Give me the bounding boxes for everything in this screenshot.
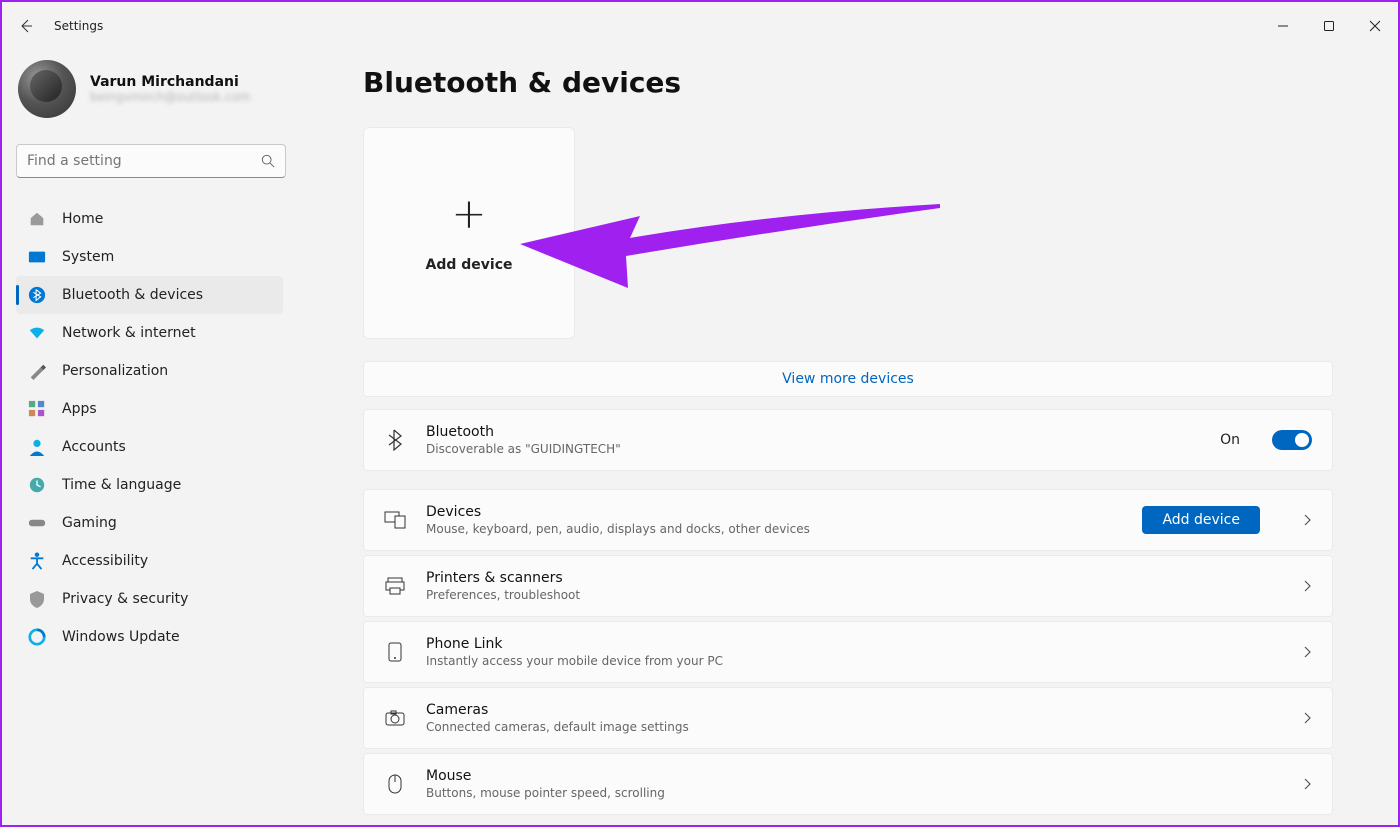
gaming-icon (28, 514, 46, 532)
add-device-card[interactable]: + Add device (363, 127, 575, 339)
row-subtitle: Buttons, mouse pointer speed, scrolling (426, 786, 1268, 800)
titlebar: Settings (2, 2, 1398, 50)
arrow-left-icon (18, 18, 34, 34)
profile-block[interactable]: Varun Mirchandani beingvmirch@outlook.co… (18, 60, 283, 118)
printers-row[interactable]: Printers & scanners Preferences, trouble… (363, 555, 1333, 617)
nav-item-apps[interactable]: Apps (16, 390, 283, 428)
maximize-button[interactable] (1306, 10, 1352, 42)
main-content: Bluetooth & devices + Add device View mo… (297, 50, 1398, 825)
chevron-right-icon (1302, 777, 1312, 791)
row-title: Printers & scanners (426, 570, 1268, 586)
nav-label: Privacy & security (62, 591, 188, 607)
chevron-right-icon (1302, 645, 1312, 659)
search-box[interactable] (16, 144, 286, 178)
window-controls (1260, 10, 1398, 42)
nav-item-time[interactable]: Time & language (16, 466, 283, 504)
wifi-icon (28, 324, 46, 342)
chevron-right-icon (1302, 579, 1312, 593)
camera-icon (384, 707, 406, 729)
time-icon (28, 476, 46, 494)
chevron-right-icon (1302, 513, 1312, 527)
cameras-row[interactable]: Cameras Connected cameras, default image… (363, 687, 1333, 749)
maximize-icon (1323, 20, 1335, 32)
nav-label: Personalization (62, 363, 168, 379)
nav-label: Network & internet (62, 325, 196, 341)
printer-icon (384, 575, 406, 597)
row-title: Mouse (426, 768, 1268, 784)
bluetooth-row-subtitle: Discoverable as "GUIDINGTECH" (426, 442, 1200, 456)
nav-label: Gaming (62, 515, 117, 531)
row-subtitle: Preferences, troubleshoot (426, 588, 1268, 602)
nav-item-system[interactable]: System (16, 238, 283, 276)
home-icon (28, 210, 46, 228)
update-icon (28, 628, 46, 646)
phone-icon (384, 641, 406, 663)
search-icon (261, 154, 275, 168)
row-subtitle: Connected cameras, default image setting… (426, 720, 1268, 734)
search-input[interactable] (27, 153, 261, 169)
bluetooth-icon (28, 286, 46, 304)
nav-label: Accessibility (62, 553, 148, 569)
profile-name: Varun Mirchandani (90, 74, 251, 90)
devices-row[interactable]: Devices Mouse, keyboard, pen, audio, dis… (363, 489, 1333, 551)
apps-icon (28, 400, 46, 418)
add-device-button[interactable]: Add device (1142, 506, 1260, 534)
sidebar: Varun Mirchandani beingvmirch@outlook.co… (2, 50, 297, 825)
back-button[interactable] (16, 16, 36, 36)
plus-icon: + (451, 193, 486, 235)
close-button[interactable] (1352, 10, 1398, 42)
personalization-icon (28, 362, 46, 380)
nav-label: System (62, 249, 114, 265)
row-subtitle: Instantly access your mobile device from… (426, 654, 1268, 668)
nav-item-gaming[interactable]: Gaming (16, 504, 283, 542)
add-device-label: Add device (426, 257, 513, 273)
bluetooth-toggle-row[interactable]: Bluetooth Discoverable as "GUIDINGTECH" … (363, 409, 1333, 471)
avatar (18, 60, 76, 118)
nav-item-privacy[interactable]: Privacy & security (16, 580, 283, 618)
toggle-state-label: On (1220, 432, 1240, 448)
nav-item-network[interactable]: Network & internet (16, 314, 283, 352)
privacy-icon (28, 590, 46, 608)
bluetooth-row-title: Bluetooth (426, 424, 1200, 440)
nav-label: Apps (62, 401, 97, 417)
nav-label: Windows Update (62, 629, 180, 645)
row-title: Phone Link (426, 636, 1268, 652)
minimize-icon (1277, 20, 1289, 32)
nav-label: Time & language (62, 477, 181, 493)
accessibility-icon (28, 552, 46, 570)
nav-list: Home System Bluetooth & devices Network … (16, 200, 283, 656)
phone-link-row[interactable]: Phone Link Instantly access your mobile … (363, 621, 1333, 683)
chevron-right-icon (1302, 711, 1312, 725)
row-title: Cameras (426, 702, 1268, 718)
window-title: Settings (54, 19, 103, 33)
nav-item-update[interactable]: Windows Update (16, 618, 283, 656)
nav-item-accounts[interactable]: Accounts (16, 428, 283, 466)
nav-item-personalization[interactable]: Personalization (16, 352, 283, 390)
devices-icon (384, 509, 406, 531)
nav-label: Accounts (62, 439, 126, 455)
mouse-icon (384, 773, 406, 795)
nav-label: Bluetooth & devices (62, 287, 203, 303)
mouse-row[interactable]: Mouse Buttons, mouse pointer speed, scro… (363, 753, 1333, 815)
minimize-button[interactable] (1260, 10, 1306, 42)
bluetooth-toggle[interactable] (1272, 430, 1312, 450)
bluetooth-glyph-icon (384, 429, 406, 451)
nav-item-bluetooth[interactable]: Bluetooth & devices (16, 276, 283, 314)
view-more-label: View more devices (782, 371, 914, 387)
view-more-devices-link[interactable]: View more devices (363, 361, 1333, 397)
nav-item-accessibility[interactable]: Accessibility (16, 542, 283, 580)
nav-label: Home (62, 211, 103, 227)
system-icon (28, 248, 46, 266)
nav-item-home[interactable]: Home (16, 200, 283, 238)
page-title: Bluetooth & devices (363, 66, 1328, 99)
row-subtitle: Mouse, keyboard, pen, audio, displays an… (426, 522, 1122, 536)
accounts-icon (28, 438, 46, 456)
row-title: Devices (426, 504, 1122, 520)
profile-email: beingvmirch@outlook.com (90, 90, 251, 104)
close-icon (1369, 20, 1381, 32)
